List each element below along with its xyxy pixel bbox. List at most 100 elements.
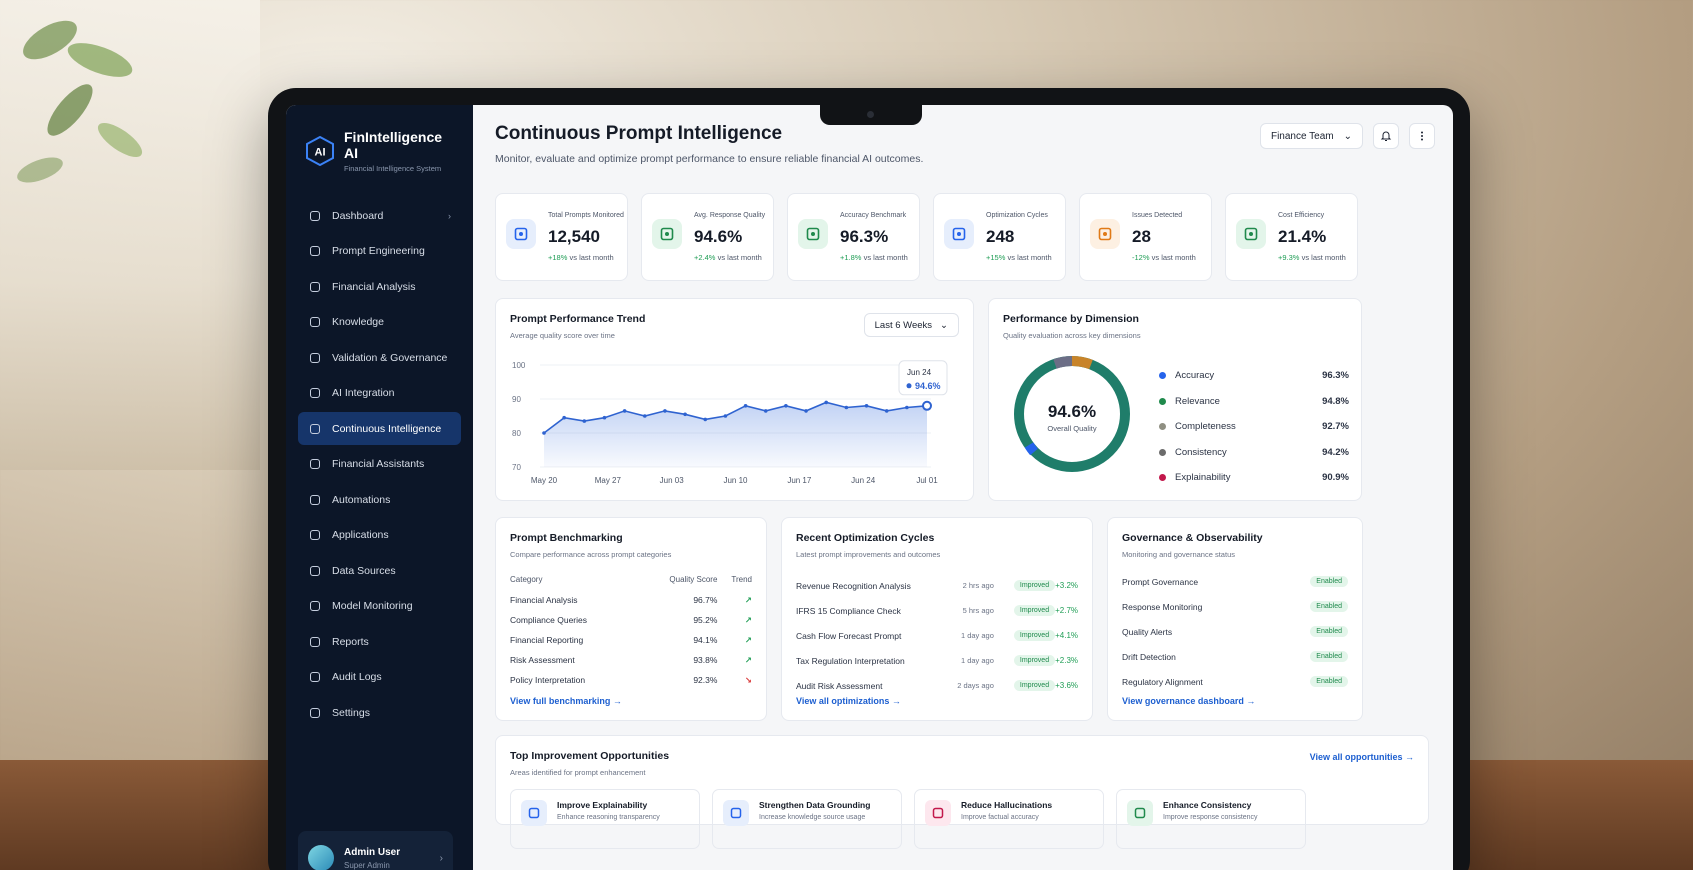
opportunities-title: Top Improvement Opportunities [510,750,670,762]
view-all-optimizations-link[interactable]: View all optimizations → [796,696,901,706]
sidebar-item-audit-logs[interactable]: Audit Logs [298,661,461,694]
sidebar-item-financial-assistants[interactable]: Financial Assistants [298,448,461,481]
table-row[interactable]: Financial Reporting 94.1% ↗ [510,630,752,650]
tooltip-value: 94.6% [915,381,941,391]
list-item[interactable]: Tax Regulation Interpretation 1 day ago Im… [796,648,1078,673]
legend-label: Accuracy [1175,370,1215,382]
trend-up-icon: ↗ [744,594,752,605]
list-item[interactable]: Audit Risk Assessment 2 days ago Improved +… [796,673,1078,698]
opportunity-card[interactable]: Reduce Hallucinations Improve factual acc… [914,789,1104,849]
optimization-delta: +4.1% [1055,631,1078,640]
table-row[interactable]: Compliance Queries 95.2% ↗ [510,610,752,630]
list-item[interactable]: IFRS 15 Compliance Check 5 hrs ago Improve… [796,598,1078,623]
table-row[interactable]: Risk Assessment 93.8% ↗ [510,650,752,670]
kpi-card[interactable]: Optimization Cycles 248 +15% vs last month [933,193,1066,281]
list-item[interactable]: Drift Detection Enabled [1122,644,1348,669]
kpi-card[interactable]: Total Prompts Monitored 12,540 +18% vs las… [495,193,628,281]
list-item[interactable]: Revenue Recognition Analysis 2 hrs ago Imp… [796,573,1078,598]
kpi-delta-value: +15% [986,253,1006,262]
list-item[interactable]: Prompt Governance Enabled [1122,569,1348,594]
kpi-card[interactable]: Accuracy Benchmark 96.3% +1.8% vs last mon… [787,193,920,281]
optimization-list: Revenue Recognition Analysis 2 hrs ago Imp… [796,573,1078,698]
performance-by-dimension-card: Performance by Dimension Quality evaluat… [988,298,1362,501]
sidebar-item-label: Applications [332,529,389,541]
list-item[interactable]: Quality Alerts Enabled [1122,619,1348,644]
trend-point [723,414,728,418]
sidebar-item-model-monitoring[interactable]: Model Monitoring [298,590,461,623]
view-governance-dashboard-link[interactable]: View governance dashboard → [1122,696,1255,706]
sidebar-item-dashboard[interactable]: Dashboard › [298,199,461,232]
notifications-button[interactable] [1373,123,1399,149]
sidebar-item-label: Financial Assistants [332,458,425,470]
sidebar-item-data-sources[interactable]: Data Sources [298,554,461,587]
sidebar-item-settings[interactable]: Settings [298,696,461,729]
kpi-card[interactable]: Cost Efficiency 21.4% +9.3% vs last month [1225,193,1358,281]
legend-item: Consistency 94.2% [1159,440,1349,466]
sidebar-item-ai-integration[interactable]: AI Integration [298,377,461,410]
table-row[interactable]: Financial Analysis 96.7% ↗ [510,590,752,610]
main-content: Continuous Prompt Intelligence Monitor, … [473,105,1453,870]
kpi-value: 12,540 [548,227,600,246]
assistant-icon [308,457,322,471]
sidebar-item-continuous-intelligence[interactable]: Continuous Intelligence [298,412,461,445]
sidebar-item-prompt-engineering[interactable]: Prompt Engineering [298,235,461,268]
user-role: Super Admin [344,860,390,870]
sidebar-item-knowledge[interactable]: Knowledge [298,306,461,339]
category-cell: Financial Analysis [510,595,578,605]
optimization-delta: +2.7% [1055,606,1078,615]
chevron-right-icon: › [448,210,451,221]
x-tick-label: Jun 03 [660,476,685,485]
list-item[interactable]: Response Monitoring Enabled [1122,594,1348,619]
table-row[interactable]: Policy Interpretation 92.3% ↘ [510,670,752,690]
more-options-button[interactable] [1409,123,1435,149]
view-full-benchmarking-link[interactable]: View full benchmarking → [510,696,622,706]
kpi-delta-suffix: vs last month [1301,253,1346,262]
list-item[interactable]: Cash Flow Forecast Prompt 1 day ago Improv… [796,623,1078,648]
kpi-value: 248 [986,227,1015,246]
benchmark-subtitle: Compare performance across prompt catego… [510,550,672,559]
x-tick-label: May 27 [595,476,622,485]
trend-chart[interactable]: 100 90 80 70 May 20 May 27 Jun 03 Jun 10 Jun 17 J… [496,299,975,502]
trend-point [663,409,667,413]
kpi-delta: +2.4% vs last month [694,253,773,262]
sidebar-nav: Dashboard › Prompt Engineering Financial An… [298,199,461,732]
brand-name: FinIntelligence AI [344,129,443,161]
list-item[interactable]: Regulatory Alignment Enabled [1122,669,1348,694]
kpi-card[interactable]: Avg. Response Quality 94.6% +2.4% vs last … [641,193,774,281]
legend-label: Explainability [1175,472,1231,484]
optimization-time: 1 day ago [960,656,994,665]
sidebar-item-validation-governance[interactable]: Validation & Governance [298,341,461,374]
kpi-icon [944,219,974,249]
brand[interactable]: AI FinIntelligence AI Financial Intellig… [298,123,461,199]
optimization-name: Audit Risk Assessment [796,680,883,691]
legend-value: 94.2% [1322,446,1349,458]
sidebar-item-reports[interactable]: Reports [298,625,461,658]
opportunity-icon [925,800,951,826]
sidebar-item-financial-analysis[interactable]: Financial Analysis [298,270,461,303]
kpi-delta-suffix: vs last month [863,253,908,262]
sidebar-item-applications[interactable]: Applications [298,519,461,552]
opportunity-card[interactable]: Enhance Consistency Improve response cons… [1116,789,1306,849]
brand-subtitle: Financial Intelligence System [344,164,442,173]
sidebar-item-label: Prompt Engineering [332,245,425,257]
y-tick-label: 90 [512,395,521,404]
opportunity-icon [723,800,749,826]
governance-name: Prompt Governance [1122,576,1199,587]
opportunity-title: Strengthen Data Grounding [759,800,871,810]
team-select[interactable]: Finance Team ⌄ [1259,123,1363,149]
legend-dot [1159,397,1166,405]
governance-observability-card: Governance & Observability Monitoring an… [1107,517,1363,721]
sidebar-item-automations[interactable]: Automations [298,483,461,516]
opportunity-card[interactable]: Strengthen Data Grounding Increase knowle… [712,789,902,849]
trend-point [763,409,768,413]
log-icon [308,670,322,684]
trend-point [884,409,889,413]
status-badge: Enabled [1310,651,1348,662]
kpi-card[interactable]: Issues Detected 28 -12% vs last month [1079,193,1212,281]
opportunity-card[interactable]: Improve Explainability Enhance reasoning … [510,789,700,849]
governance-list: Prompt Governance Enabled Response Monitor… [1122,569,1348,694]
trend-point [683,412,687,417]
user-menu[interactable]: Admin User Super Admin › [298,831,453,870]
view-all-opportunities-link[interactable]: View all opportunities → [1310,752,1414,762]
x-tick-label: Jun 10 [723,476,748,485]
